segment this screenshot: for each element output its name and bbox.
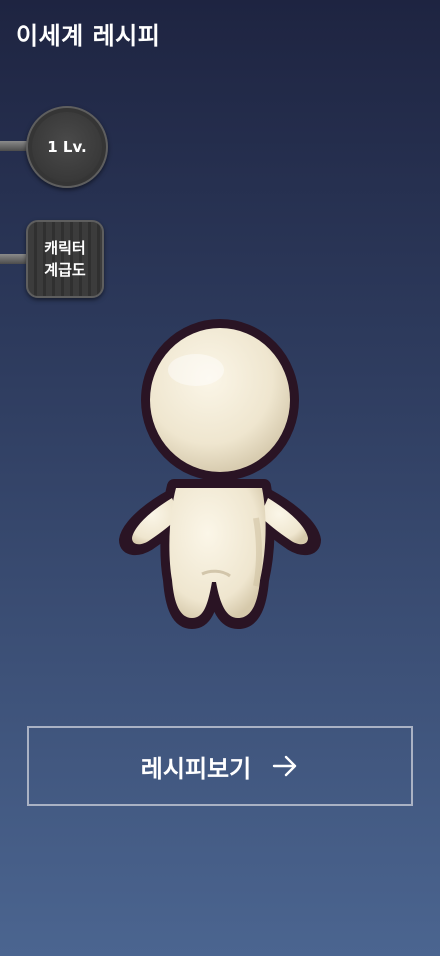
character-rank-pan-button[interactable]: 캐릭터 계급도 xyxy=(0,220,110,298)
character-rank-label-line2: 계급도 xyxy=(44,261,86,279)
arrow-right-icon xyxy=(271,752,299,780)
character-icon xyxy=(119,319,321,629)
view-recipes-label: 레시피보기 xyxy=(140,753,252,783)
view-recipes-button[interactable]: 레시피보기 xyxy=(27,726,413,806)
app-title: 이세계 레시피 xyxy=(16,21,161,50)
level-label: 1 Lv. xyxy=(47,138,87,156)
character-rank-pan-body[interactable]: 캐릭터 계급도 xyxy=(26,220,104,298)
level-pan-body[interactable]: 1 Lv. xyxy=(26,106,108,188)
level-pan-button[interactable]: 1 Lv. xyxy=(0,106,110,188)
character-image xyxy=(110,318,330,638)
character-rank-label-line1: 캐릭터 xyxy=(44,239,86,257)
